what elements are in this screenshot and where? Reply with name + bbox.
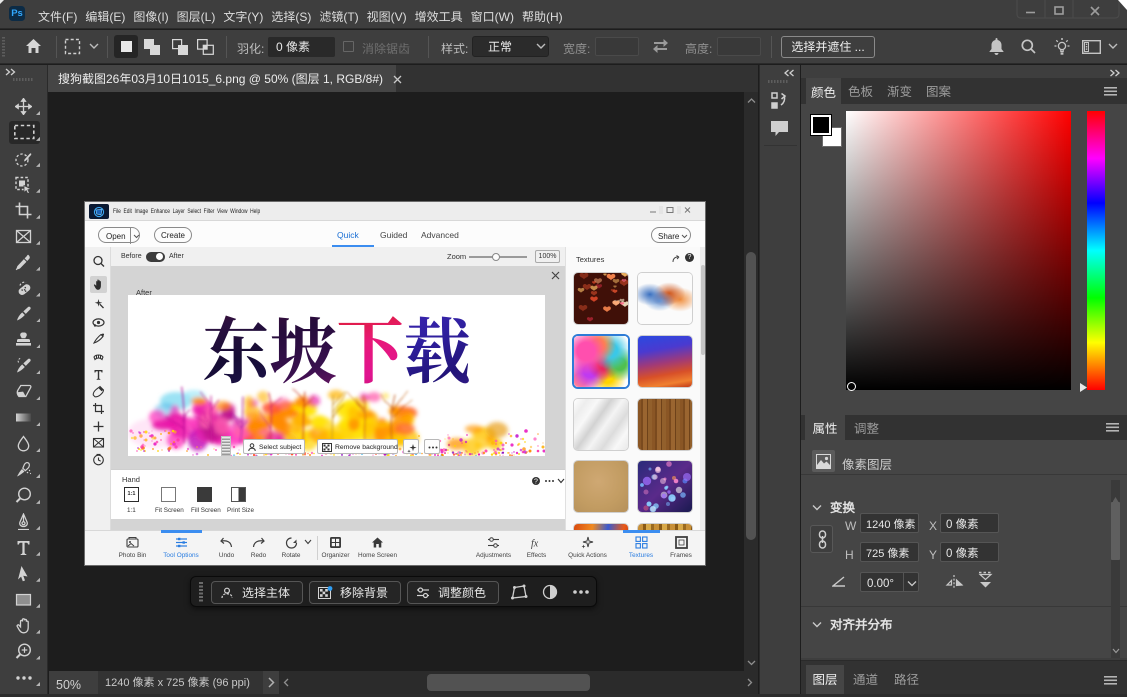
svg-text:?: ? [534,479,538,486]
svg-text:fx: fx [531,539,539,550]
